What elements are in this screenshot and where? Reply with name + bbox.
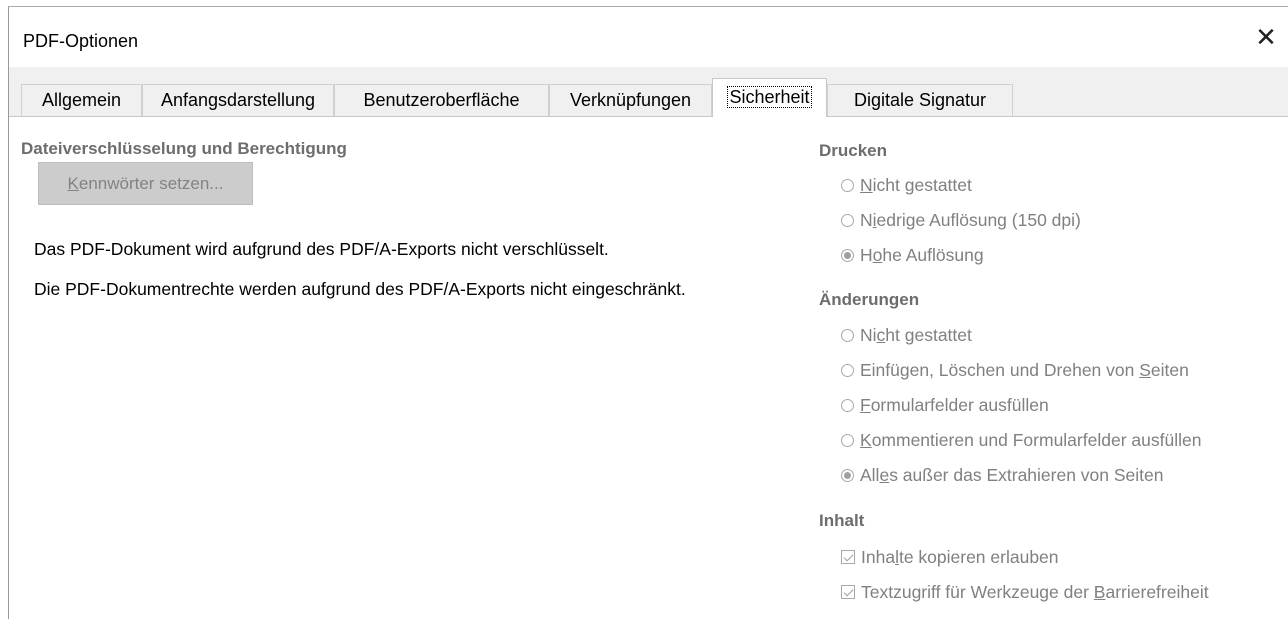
changes-not-permitted-radio[interactable]: Nicht gestattet	[841, 325, 972, 346]
checkbox-checked-icon	[841, 585, 855, 599]
encryption-info-text: Das PDF-Dokument wird aufgrund des PDF/A…	[34, 239, 609, 259]
tab-digitale-signatur[interactable]: Digitale Signatur	[827, 84, 1013, 116]
radio-selected-icon	[841, 249, 854, 262]
print-not-permitted-radio[interactable]: Nicht gestattet	[841, 175, 972, 196]
tab-benutzeroberflaeche[interactable]: Benutzeroberfläche	[334, 84, 549, 116]
title-bar: PDF-Optionen ✕	[9, 7, 1288, 67]
window-title: PDF-Optionen	[23, 31, 139, 51]
tab-anfangsdarstellung[interactable]: Anfangsdarstellung	[142, 84, 334, 116]
radio-icon	[841, 399, 854, 412]
changes-header: Änderungen	[819, 290, 920, 309]
accessibility-text-access-checkbox[interactable]: Textzugriff für Werkzeuge der Barrierefr…	[841, 582, 1209, 603]
radio-icon	[841, 364, 854, 377]
security-panel: Dateiverschlüsselung und Berechtigung Ke…	[9, 116, 1288, 620]
radio-icon	[841, 179, 854, 192]
tab-bar: Allgemein Anfangsdarstellung Benutzerobe…	[9, 78, 1288, 117]
tab-sicherheit[interactable]: Sicherheit	[712, 78, 827, 117]
changes-insert-delete-rotate-radio[interactable]: Einfügen, Löschen und Drehen von Seiten	[841, 360, 1189, 381]
set-passwords-button[interactable]: Kennwörter setzen...	[38, 162, 253, 205]
changes-fill-forms-radio[interactable]: Formularfelder ausfüllen	[841, 395, 1049, 416]
close-icon[interactable]: ✕	[1253, 25, 1279, 51]
encryption-header: Dateiverschlüsselung und Berechtigung	[21, 139, 347, 158]
radio-selected-icon	[841, 469, 854, 482]
printing-header: Drucken	[819, 141, 888, 160]
rights-info-text: Die PDF-Dokumentrechte werden aufgrund d…	[34, 279, 686, 299]
checkbox-checked-icon	[841, 550, 855, 564]
tab-allgemein[interactable]: Allgemein	[21, 84, 142, 116]
radio-icon	[841, 214, 854, 227]
copy-content-checkbox[interactable]: Inhalte kopieren erlauben	[841, 547, 1059, 568]
content-header: Inhalt	[819, 511, 865, 530]
pdf-options-dialog: PDF-Optionen ✕ Allgemein Anfangsdarstell…	[8, 6, 1288, 620]
radio-icon	[841, 329, 854, 342]
changes-comment-fill-forms-radio[interactable]: Kommentieren und Formularfelder ausfülle…	[841, 430, 1201, 451]
tab-verknuepfungen[interactable]: Verknüpfungen	[549, 84, 712, 116]
changes-all-except-extract-radio[interactable]: Alles außer das Extrahieren von Seiten	[841, 465, 1164, 486]
print-high-resolution-radio[interactable]: Hohe Auflösung	[841, 245, 984, 266]
print-low-resolution-radio[interactable]: Niedrige Auflösung (150 dpi)	[841, 210, 1081, 231]
radio-icon	[841, 434, 854, 447]
